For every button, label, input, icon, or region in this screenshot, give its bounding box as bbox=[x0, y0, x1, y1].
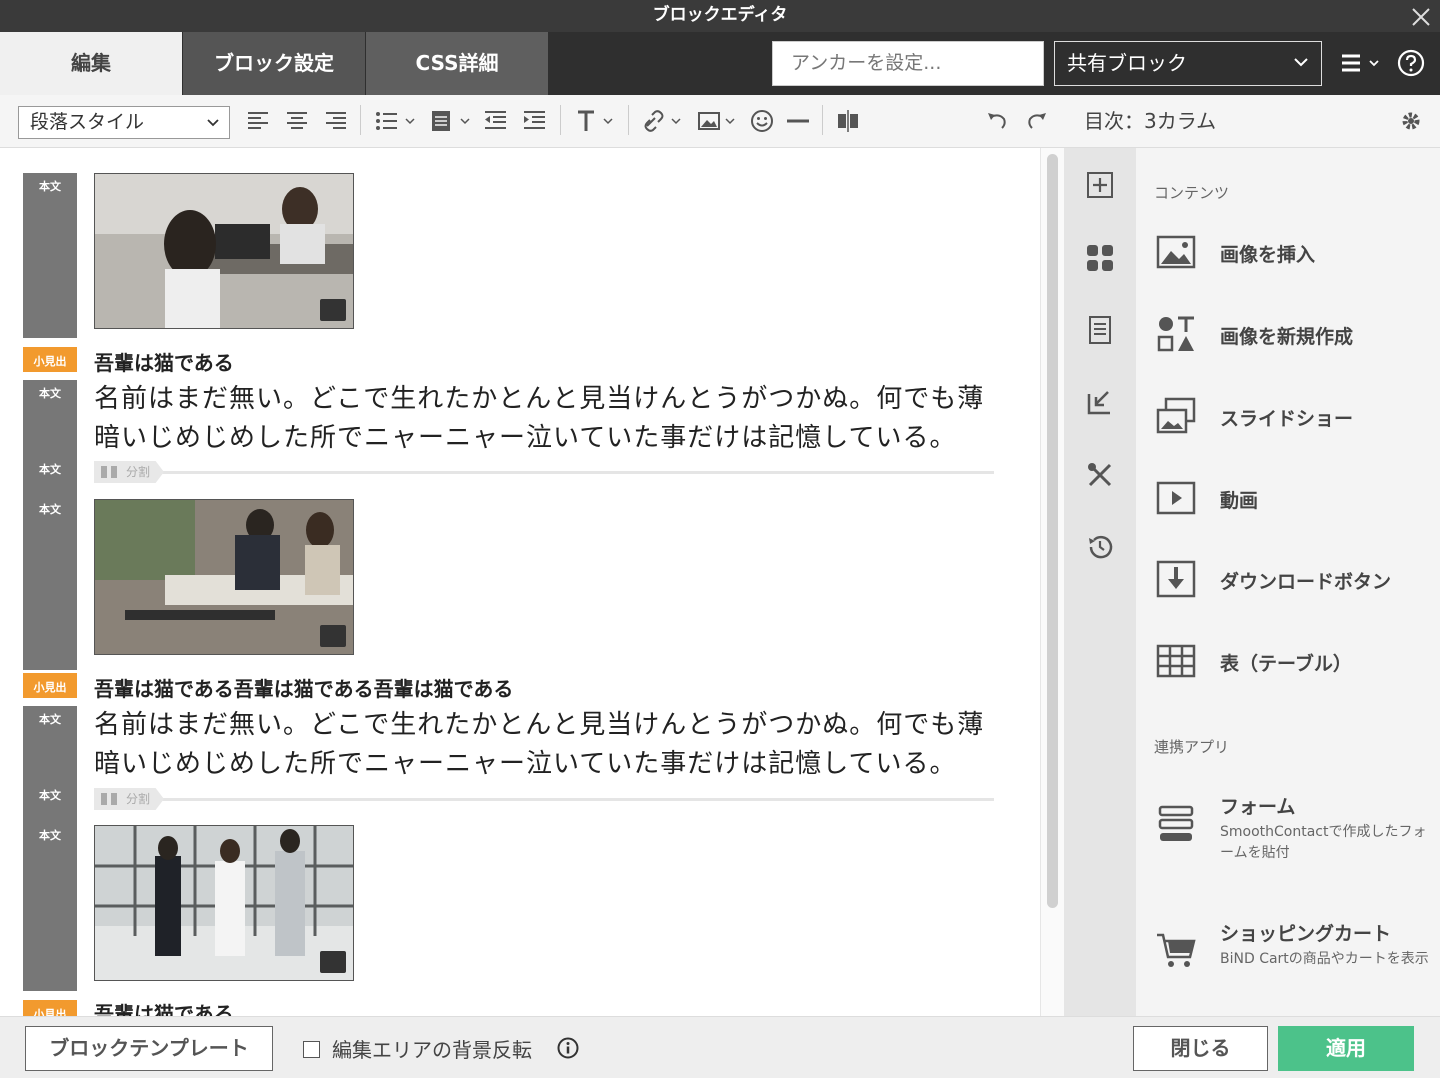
cart-icon bbox=[1157, 933, 1196, 967]
close-icon[interactable] bbox=[1410, 6, 1432, 28]
footer-bar: ブロックテンプレート 編集エリアの背景反転 閉じる 適用 bbox=[0, 1016, 1440, 1078]
split-icon bbox=[101, 466, 117, 478]
slideshow-icon bbox=[1156, 397, 1196, 434]
tab-css-detail[interactable]: CSS詳細 bbox=[366, 32, 548, 95]
table-icon bbox=[1156, 644, 1196, 678]
contents-panel: コンテンツ 画像を挿入 画像を新規作成 スライドショー 動画 ダウンロードボタン bbox=[1136, 148, 1440, 1016]
heading-label: 小見出 bbox=[23, 347, 77, 372]
image-create-icon bbox=[1157, 316, 1194, 352]
tab-edit[interactable]: 編集 bbox=[0, 32, 182, 95]
item-slideshow[interactable]: スライドショー bbox=[1156, 396, 1436, 436]
item-table[interactable]: 表（テーブル） bbox=[1156, 641, 1436, 681]
body-label: 本文 本文 本文 bbox=[23, 706, 77, 991]
info-icon[interactable] bbox=[557, 1037, 579, 1059]
editor-scrollbar[interactable] bbox=[1040, 148, 1064, 1016]
menu-icon[interactable] bbox=[1340, 52, 1380, 74]
body-label: 本文 本文 本文 bbox=[23, 380, 77, 670]
indent-icon[interactable] bbox=[523, 108, 547, 134]
business-meeting-photo bbox=[95, 500, 353, 654]
split-label: 分割 bbox=[126, 465, 151, 479]
block-template-button[interactable]: ブロックテンプレート bbox=[25, 1026, 273, 1071]
body-label: 本文 bbox=[23, 173, 77, 338]
close-button[interactable]: 閉じる bbox=[1133, 1026, 1268, 1071]
tools-icon[interactable] bbox=[1086, 461, 1114, 489]
undo-icon[interactable] bbox=[985, 108, 1009, 134]
content-image[interactable] bbox=[94, 499, 354, 655]
body-paragraph[interactable]: 名前はまだ無い。どこで生れたかとんと見当けんとうがつかぬ。何でも薄 暗いじめじめ… bbox=[94, 380, 1014, 458]
toc-title: 目次：3カラム bbox=[1084, 109, 1217, 133]
tab-block-settings[interactable]: ブロック設定 bbox=[183, 32, 365, 95]
item-shopping-cart[interactable]: ショッピングカート BiND Cartの商品やカートを表示 bbox=[1156, 913, 1436, 993]
image-insert-icon[interactable] bbox=[697, 108, 739, 134]
heading-label: 小見出 bbox=[23, 673, 77, 698]
list-icon[interactable] bbox=[375, 108, 417, 134]
split-label: 分割 bbox=[126, 792, 151, 806]
help-icon[interactable] bbox=[1397, 49, 1425, 77]
text-format-icon[interactable] bbox=[575, 108, 617, 134]
anchor-input[interactable]: アンカーを設定... bbox=[772, 41, 1044, 86]
image-icon bbox=[1156, 235, 1196, 269]
item-create-image[interactable]: 画像を新規作成 bbox=[1156, 314, 1436, 354]
title-bar: ブロックエディタ bbox=[0, 0, 1440, 32]
section-apps: 連携アプリ bbox=[1154, 738, 1230, 756]
block-heading[interactable]: 吾輩は猫である bbox=[94, 347, 234, 376]
paragraph-style-value: 段落スタイル bbox=[30, 111, 145, 133]
split-divider[interactable]: 分割 bbox=[94, 788, 994, 810]
item-download-button[interactable]: ダウンロードボタン bbox=[1156, 559, 1436, 599]
split-icon[interactable] bbox=[836, 108, 860, 134]
scrollbar-thumb[interactable] bbox=[1047, 154, 1058, 908]
align-center-icon[interactable] bbox=[286, 108, 308, 134]
format-toolbar: 段落スタイル bbox=[0, 95, 1064, 148]
form-icon bbox=[1158, 805, 1194, 841]
sidebar-icon-column bbox=[1064, 148, 1136, 1016]
team-walking-photo bbox=[95, 826, 353, 980]
link-icon[interactable] bbox=[643, 108, 685, 134]
block-editor-window: ブロックエディタ 編集 ブロック設定 CSS詳細 アンカーを設定... 共有ブロ… bbox=[0, 0, 1440, 1078]
item-video[interactable]: 動画 bbox=[1156, 478, 1436, 518]
gear-icon[interactable] bbox=[1400, 110, 1422, 132]
shared-block-value: 共有ブロック bbox=[1067, 51, 1187, 75]
office-meeting-photo bbox=[95, 174, 353, 328]
download-icon bbox=[1156, 560, 1196, 598]
paragraph-style-select[interactable]: 段落スタイル bbox=[18, 106, 230, 139]
invert-bg-checkbox[interactable] bbox=[303, 1041, 320, 1058]
invert-bg-label: 編集エリアの背景反転 bbox=[332, 1038, 532, 1062]
history-icon[interactable] bbox=[1086, 533, 1114, 561]
split-icon bbox=[101, 793, 117, 805]
item-form[interactable]: フォーム SmoothContactで作成したフォームを貼付 bbox=[1156, 786, 1436, 866]
section-contents: コンテンツ bbox=[1154, 184, 1230, 202]
chevron-down-icon bbox=[207, 119, 219, 127]
widgets-icon[interactable] bbox=[1086, 244, 1114, 272]
block-style-icon[interactable] bbox=[430, 108, 472, 134]
horizontal-rule-icon[interactable] bbox=[786, 108, 810, 134]
import-icon[interactable] bbox=[1086, 388, 1114, 416]
edit-area[interactable]: 本文 小見出 吾輩は猫である 本文 本文 本文 名前はまだ無い。どこで生れたかと… bbox=[0, 148, 1040, 1016]
add-block-icon[interactable] bbox=[1086, 171, 1114, 199]
body-paragraph[interactable]: 名前はまだ無い。どこで生れたかとんと見当けんとうがつかぬ。何でも薄 暗いじめじめ… bbox=[94, 706, 1014, 784]
content-image[interactable] bbox=[94, 825, 354, 981]
toc-header: 目次：3カラム bbox=[1064, 95, 1440, 148]
shared-block-select[interactable]: 共有ブロック bbox=[1054, 41, 1322, 86]
image-badge-icon bbox=[320, 625, 346, 647]
image-badge-icon bbox=[320, 951, 346, 973]
chevron-down-icon bbox=[1294, 58, 1308, 67]
block-heading[interactable]: 吾輩は猫である吾輩は猫である吾輩は猫である bbox=[94, 673, 513, 702]
apply-button[interactable]: 適用 bbox=[1278, 1026, 1414, 1071]
video-icon bbox=[1156, 481, 1196, 515]
split-divider[interactable]: 分割 bbox=[94, 461, 994, 483]
redo-icon[interactable] bbox=[1025, 108, 1049, 134]
block-heading[interactable]: 吾輩は猫である bbox=[94, 998, 234, 1016]
item-insert-image[interactable]: 画像を挿入 bbox=[1156, 232, 1436, 272]
top-tab-bar: 編集 ブロック設定 CSS詳細 アンカーを設定... 共有ブロック bbox=[0, 32, 1440, 95]
emoji-icon[interactable] bbox=[750, 108, 774, 134]
align-right-icon[interactable] bbox=[325, 108, 347, 134]
sidebar: コンテンツ 画像を挿入 画像を新規作成 スライドショー 動画 ダウンロードボタン bbox=[1064, 148, 1440, 1016]
heading-label: 小見出 bbox=[23, 1000, 77, 1016]
align-left-icon[interactable] bbox=[247, 108, 269, 134]
image-badge-icon bbox=[320, 299, 346, 321]
content-image[interactable] bbox=[94, 173, 354, 329]
page-icon[interactable] bbox=[1086, 316, 1114, 344]
window-title: ブロックエディタ bbox=[652, 5, 788, 25]
outdent-icon[interactable] bbox=[484, 108, 508, 134]
